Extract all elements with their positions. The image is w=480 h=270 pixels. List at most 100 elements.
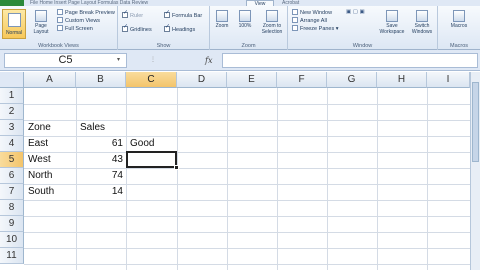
show-label: Show (156, 43, 171, 49)
gridlines-check-icon (122, 24, 128, 32)
macros-label: Macros (450, 23, 468, 29)
cell-a4[interactable]: East (25, 136, 76, 152)
row-header-4[interactable]: 4 (0, 136, 24, 152)
workbook-views-label: Workbook Views (38, 43, 79, 49)
gridline (126, 88, 127, 270)
gridline (24, 216, 480, 217)
freeze-panes-icon (292, 25, 298, 31)
cell-b3[interactable]: Sales (77, 120, 126, 136)
row-header-3[interactable]: 3 (0, 120, 24, 136)
row-header-7[interactable]: 7 (0, 184, 24, 200)
row-header-11[interactable]: 11 (0, 248, 24, 264)
row-header-10[interactable]: 10 (0, 232, 24, 248)
headings-checkbox[interactable]: Headings (164, 24, 195, 34)
row-header-5[interactable]: 5 (0, 152, 24, 168)
formula-bar-checkbox[interactable]: Formula Bar (164, 10, 202, 20)
chevron-down-icon[interactable]: ▾ (117, 54, 120, 67)
page-layout-button[interactable]: Page Layout (29, 10, 53, 35)
zoom-100-icon (239, 10, 251, 22)
cell-a6[interactable]: North (25, 168, 76, 184)
switch-windows-label: Switch Windows (411, 23, 433, 35)
select-all-corner[interactable] (0, 72, 24, 88)
page-layout-icon (35, 10, 47, 22)
zoom-selection-icon (266, 10, 278, 22)
freeze-panes-label: Freeze Panes (300, 26, 335, 32)
custom-views-button[interactable]: Custom Views (57, 17, 100, 25)
cell-a7[interactable]: South (25, 184, 76, 200)
magnifier-icon (216, 10, 228, 22)
row-header-8[interactable]: 8 (0, 200, 24, 216)
cell-a5[interactable]: West (25, 152, 76, 168)
new-window-button[interactable]: New Window (292, 9, 332, 17)
page-break-preview-button[interactable]: Page Break Preview (57, 9, 115, 17)
scrollbar-thumb[interactable] (472, 82, 479, 162)
row-header-2[interactable]: 2 (0, 104, 24, 120)
name-box-value: C5 (58, 54, 73, 66)
group-window: New Window Arrange All Freeze Panes ▾ ▣ … (288, 6, 438, 50)
formula-bar-check-icon (164, 10, 170, 18)
freeze-panes-button[interactable]: Freeze Panes ▾ (292, 25, 339, 33)
gridline (377, 88, 378, 270)
gridline (277, 88, 278, 270)
ruler-check-icon (122, 10, 128, 18)
column-header-b[interactable]: B (76, 72, 126, 88)
zoom-100-button[interactable]: 100% (234, 10, 256, 29)
group-zoom: Zoom 100% Zoom to Selection Zoom (210, 6, 288, 50)
column-header-a[interactable]: A (24, 72, 76, 88)
cell-c4[interactable]: Good (127, 136, 177, 152)
column-header-i[interactable]: I (427, 72, 470, 88)
gridline (227, 88, 228, 270)
gridlines-checkbox[interactable]: Gridlines (122, 24, 152, 34)
worksheet-grid[interactable]: A B C D E F G H I 1 2 3 4 5 6 7 8 9 10 1… (0, 72, 480, 270)
switch-windows-button[interactable]: Switch Windows (408, 10, 436, 35)
zoom-selection-button[interactable]: Zoom to Selection (258, 10, 286, 35)
formula-input[interactable] (222, 53, 478, 68)
ribbon: Normal Page Layout Page Break Preview Cu… (0, 6, 480, 50)
column-header-g[interactable]: G (327, 72, 377, 88)
vertical-scrollbar[interactable] (470, 72, 480, 270)
cell-b7[interactable]: 14 (77, 184, 126, 200)
headings-check-icon (164, 24, 170, 32)
ruler-label: Ruler (130, 13, 144, 19)
gridline (24, 232, 480, 233)
column-header-f[interactable]: F (277, 72, 327, 88)
gridline (24, 264, 480, 265)
name-box[interactable]: C5 ▾ (4, 53, 127, 68)
normal-view-label: Normal (5, 30, 23, 36)
normal-view-button[interactable]: Normal (2, 9, 26, 39)
ruler-checkbox[interactable]: Ruler (122, 10, 144, 20)
active-cell-c5[interactable] (126, 151, 177, 168)
row-header-6[interactable]: 6 (0, 168, 24, 184)
full-screen-button[interactable]: Full Screen (57, 25, 93, 33)
column-header-h[interactable]: H (377, 72, 427, 88)
full-screen-icon (57, 25, 63, 31)
fill-handle[interactable] (174, 165, 179, 170)
macros-icon (453, 10, 465, 22)
arrange-all-icon (292, 17, 298, 23)
cell-b4[interactable]: 61 (77, 136, 126, 152)
row-header-9[interactable]: 9 (0, 216, 24, 232)
macros-button[interactable]: Macros (446, 10, 472, 29)
gridline (177, 88, 178, 270)
column-header-d[interactable]: D (177, 72, 227, 88)
zoom-button[interactable]: Zoom (212, 10, 232, 29)
window-group-label: Window (352, 43, 373, 49)
group-workbook-views: Normal Page Layout Page Break Preview Cu… (0, 6, 118, 50)
gridline (24, 248, 480, 249)
column-header-e[interactable]: E (227, 72, 277, 88)
gridlines-label: Gridlines (130, 27, 152, 33)
page-break-label: Page Break Preview (65, 10, 115, 16)
column-header-c[interactable]: C (126, 72, 177, 88)
insert-function-icon[interactable]: fx (205, 54, 212, 67)
row-header-1[interactable]: 1 (0, 88, 24, 104)
save-workspace-button[interactable]: Save Workspace (378, 10, 406, 35)
custom-views-label: Custom Views (65, 18, 101, 24)
cell-b6[interactable]: 74 (77, 168, 126, 184)
split-hide-icons[interactable]: ▣ ▢ ▣ (346, 9, 365, 16)
cell-b5[interactable]: 43 (77, 152, 126, 168)
arrange-all-label: Arrange All (300, 18, 327, 24)
save-workspace-label: Save Workspace (379, 23, 405, 35)
formula-bar: C5 ▾ ⋮ fx (0, 50, 480, 71)
arrange-all-button[interactable]: Arrange All (292, 17, 327, 25)
cell-a3[interactable]: Zone (25, 120, 76, 136)
